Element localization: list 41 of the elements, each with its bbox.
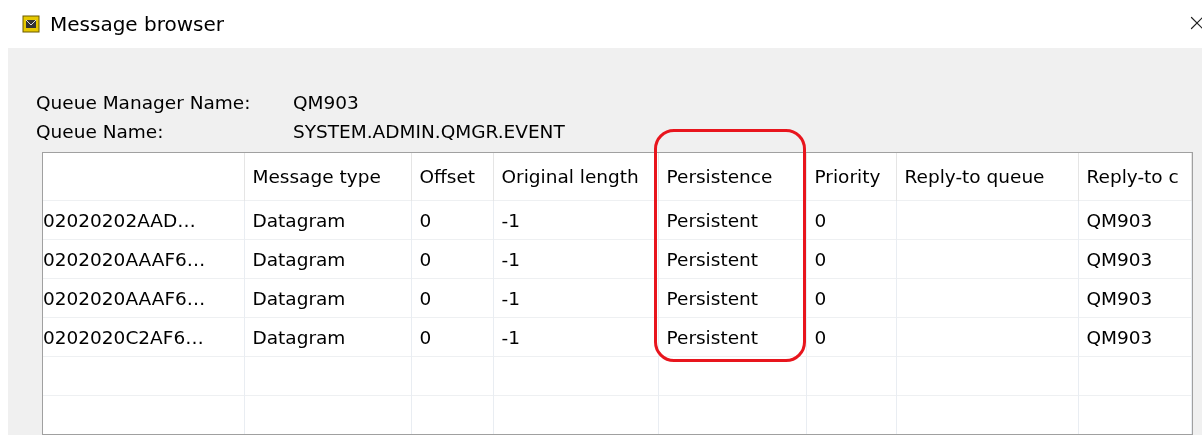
table-cell: 0 — [806, 317, 896, 357]
field-label: Queue Name: — [36, 121, 165, 142]
table-cell: Datagram — [244, 200, 411, 240]
column-header[interactable]: Message type — [244, 153, 411, 201]
table-cell: 0 — [411, 239, 493, 279]
table-cell: 02020202AAD… — [43, 200, 244, 240]
table-cell: QM903 — [1078, 239, 1191, 279]
table-cell: -1 — [493, 317, 658, 357]
envelope-icon — [22, 15, 40, 33]
table-cell: 0 — [411, 317, 493, 357]
table-cell: -1 — [493, 239, 658, 279]
table-cell: Persistent — [658, 278, 806, 318]
column-header[interactable]: Reply-to queue — [896, 153, 1078, 201]
table-cell: 0202020AAAF6… — [43, 278, 244, 318]
column-header[interactable]: Priority — [806, 153, 896, 201]
field-value: QM903 — [293, 92, 359, 113]
table-cell: Persistent — [658, 239, 806, 279]
column-header[interactable]: Persistence — [658, 153, 806, 201]
table-cell: 0 — [806, 278, 896, 318]
table-cell: 0 — [806, 200, 896, 240]
table-cell: -1 — [493, 278, 658, 318]
field-label: Queue Manager Name: — [36, 92, 252, 113]
table-cell: 0202020AAAF6… — [43, 239, 244, 279]
table-cell: 0202020C2AF6… — [43, 317, 244, 357]
field-value: SYSTEM.ADMIN.QMGR.EVENT — [293, 121, 565, 142]
table-cell: Datagram — [244, 317, 411, 357]
table-cell: -1 — [493, 200, 658, 240]
table-cell: QM903 — [1078, 200, 1191, 240]
column-header[interactable]: Offset — [411, 153, 493, 201]
table-cell: 0 — [411, 278, 493, 318]
table-cell: Datagram — [244, 278, 411, 318]
table-cell: QM903 — [1078, 278, 1191, 318]
table-cell: 0 — [806, 239, 896, 279]
table-cell: Persistent — [658, 200, 806, 240]
window-title: Message browser — [50, 12, 225, 36]
table-cell: Datagram — [244, 239, 411, 279]
column-header[interactable]: Reply-to c — [1078, 153, 1191, 201]
table-cell: 0 — [411, 200, 493, 240]
table-cell: Persistent — [658, 317, 806, 357]
column-header[interactable]: Original length — [493, 153, 658, 201]
table-cell: QM903 — [1078, 317, 1191, 357]
